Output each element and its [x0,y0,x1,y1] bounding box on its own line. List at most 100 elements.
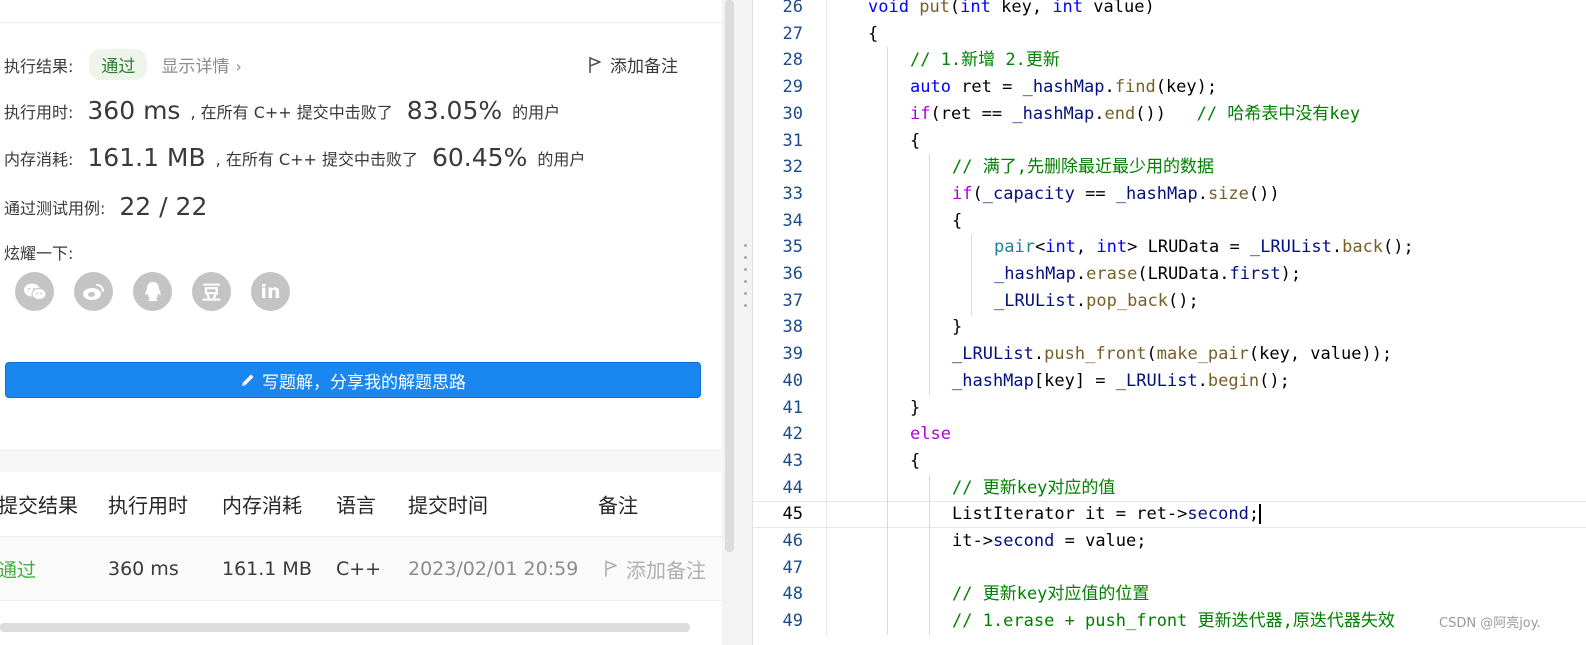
col-header-result: 提交结果 [0,493,78,518]
indent-guide [887,261,888,288]
code-line[interactable]: 42 else [753,421,1586,449]
line-number: 27 [782,23,803,44]
code-line[interactable]: 48 // 更新key对应值的位置 [753,581,1586,609]
indent-guide [887,447,888,475]
horizontal-scrollbar[interactable] [0,623,690,632]
code-text: _hashMap.erase(LRUData.first); [994,264,1302,284]
indent-guide [929,608,930,636]
line-number: 44 [782,477,803,498]
code-line[interactable]: 31 { [753,127,1586,155]
indent-guide [887,501,888,529]
line-number: 40 [782,370,803,391]
line-number: 38 [782,317,803,338]
vertical-scrollbar-thumb[interactable] [725,0,734,552]
indent-guide [929,581,930,609]
line-number: 30 [782,103,803,124]
row-language: C++ [336,557,382,580]
code-text: if(_capacity == _hashMap.size()) [952,183,1280,204]
code-line[interactable]: 44 // 更新key对应的值 [753,474,1586,502]
line-number: 36 [782,264,803,284]
weibo-glyph-icon [82,283,104,300]
indent-guide [929,341,930,369]
indent-guide [887,74,888,102]
code-line[interactable]: 27 { [753,21,1586,48]
code-text: it->second = value; [952,531,1147,551]
indent-guide [887,100,888,128]
code-text: else [910,424,951,445]
runtime-beat-text: , 在所有 C++ 提交中击败了 [190,102,393,122]
code-text: ListIterator it = ret->second; [952,504,1262,525]
code-line[interactable]: 47 [753,554,1586,582]
code-line[interactable]: 32 // 满了,先删除最近最少用的数据 [753,154,1586,182]
indent-guide [887,154,888,182]
code-line[interactable]: 29 auto ret = _hashMap.find(key); [753,74,1586,102]
top-divider [0,22,722,23]
code-line[interactable]: 26 void put(int key, int value) [753,0,1586,21]
code-line[interactable]: 36 _hashMap.erase(LRUData.first); [753,261,1586,288]
code-text: _hashMap[key] = _LRUList.begin(); [952,370,1290,391]
code-line[interactable]: 34 { [753,207,1586,235]
code-line[interactable]: 39 _LRUList.push_front(make_pair(key, val… [753,341,1586,369]
code-line[interactable]: 35 pair<int, int> LRUData = _LRUList.back… [753,234,1586,262]
linkedin-icon[interactable]: in [251,272,290,311]
code-text: // 更新key对应的值 [952,477,1116,498]
code-line[interactable]: 40 _hashMap[key] = _LRUList.begin(); [753,367,1586,395]
indent-guide [929,180,930,208]
grip-dot [744,304,747,307]
line-number: 26 [782,0,803,17]
tests-row: 通过测试用例: 22 / 22 [4,192,217,221]
indent-guide [887,394,888,422]
code-line[interactable]: 46 it->second = value; [753,528,1586,555]
indent-guide [887,234,888,262]
text-caret [1259,504,1262,525]
col-header-runtime: 执行用时 [108,493,188,518]
douban-icon[interactable]: 豆 [192,272,231,311]
indent-guide [929,554,930,582]
line-number: 28 [782,50,803,71]
watermark: CSDN @阿亮joy. [1439,616,1541,631]
code-line[interactable]: 28 // 1.新增 2.更新 [753,47,1586,75]
code-line[interactable]: 30 if(ret == _hashMap.end()) // 哈希表中没有key [753,100,1586,128]
indent-guide [887,474,888,502]
indent-guide [887,287,888,315]
indent-guide [929,528,930,555]
code-editor[interactable]: 26 void put(int key, int value) 27 {28 // 1.… [752,0,1586,645]
panel-resize-handle[interactable] [737,0,752,645]
runtime-value: 360 ms [87,96,181,125]
code-line[interactable]: 45 ListIterator it = ret->second; [753,501,1586,529]
row-add-note-button[interactable]: 添加备注 [604,554,706,583]
line-number: 29 [782,77,803,98]
write-solution-button[interactable]: 写题解，分享我的解题思路 [5,362,701,398]
grip-dot [744,292,747,295]
submissions-table: 提交结果 执行用时 内存消耗 语言 提交时间 备注 通过 360 ms 161.… [0,472,722,601]
qq-icon[interactable] [133,272,172,311]
code-line[interactable]: 33 if(_capacity == _hashMap.size()) [753,180,1586,208]
code-text: // 1.新增 2.更新 [910,50,1060,71]
add-note-button[interactable]: 添加备注 [588,52,678,77]
status-badge: 通过 [89,49,148,80]
code-text: void put(int key, int value) [868,0,1155,17]
indent-guide [887,180,888,208]
indent-guide [929,207,930,235]
table-row[interactable]: 通过 360 ms 161.1 MB C++ 2023/02/01 20:59 … [0,537,722,601]
show-details-link[interactable]: 显示详情 › [161,52,241,77]
code-text: _LRUList.pop_back(); [994,290,1199,311]
runtime-row: 执行用时: 360 ms , 在所有 C++ 提交中击败了 83.05% 的用户 [4,96,560,125]
pencil-icon [242,374,254,386]
wechat-icon[interactable] [15,272,54,311]
weibo-icon[interactable] [74,272,113,311]
flag-icon [605,560,617,577]
code-line[interactable]: 41} [753,394,1586,422]
code-text: } [910,397,921,418]
indent-guide [887,581,888,609]
flag-icon [589,56,601,73]
chevron-right-icon: › [235,57,242,76]
row-status-link[interactable]: 通过 [0,555,36,582]
code-line[interactable]: 37 _LRUList.pop_back(); [753,287,1586,315]
tests-value: 22 / 22 [119,192,208,221]
qq-glyph-icon [144,281,161,301]
indent-guide [929,287,930,315]
col-header-note: 备注 [598,493,638,518]
code-line[interactable]: 43 { [753,447,1586,475]
code-line[interactable]: 38} [753,314,1586,342]
